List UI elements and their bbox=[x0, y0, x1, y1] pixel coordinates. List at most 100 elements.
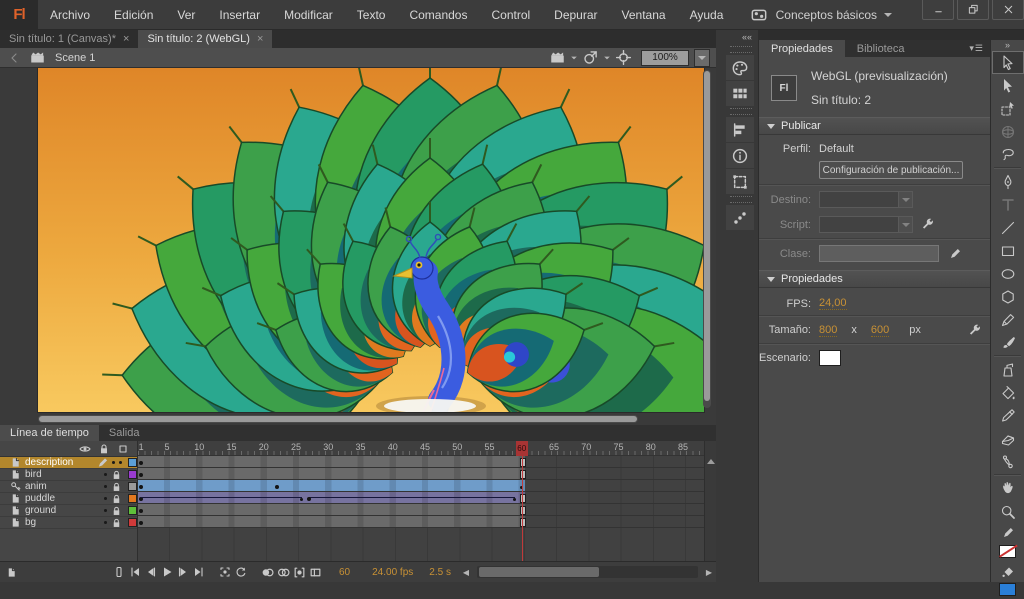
eraser-tool[interactable] bbox=[992, 427, 1024, 450]
rectangle-tool[interactable] bbox=[992, 239, 1024, 262]
minimize-button[interactable] bbox=[922, 0, 954, 20]
edit-class-pencil-icon[interactable] bbox=[947, 246, 963, 262]
tab-propiedades[interactable]: Propiedades bbox=[759, 40, 845, 57]
zoom-dropdown-button[interactable] bbox=[694, 48, 710, 67]
stage-width-value[interactable]: 800 bbox=[819, 324, 838, 337]
timeline-frames[interactable]: 1 5 10 15 20 25 30 35 40 45 50 55 65 70 75 80 85 60 bbox=[138, 441, 704, 561]
paint-bucket-tool[interactable] bbox=[992, 381, 1024, 404]
layer-visible-dot[interactable] bbox=[104, 497, 107, 500]
edit-symbols-button[interactable] bbox=[583, 50, 598, 65]
tab-close-icon[interactable]: × bbox=[123, 33, 129, 45]
lock-all-icon[interactable] bbox=[98, 443, 110, 455]
swatches-panel-icon[interactable] bbox=[726, 81, 754, 106]
new-layer-icon[interactable] bbox=[3, 564, 19, 580]
ink-bottle-tool[interactable] bbox=[992, 358, 1024, 381]
outlines-all-icon[interactable] bbox=[117, 443, 129, 455]
menu-modificar[interactable]: Modificar bbox=[272, 0, 345, 30]
layer-visible-dot[interactable] bbox=[104, 509, 107, 512]
panel-menu-icon[interactable]: ▾☰ bbox=[969, 43, 990, 54]
info-panel-icon[interactable] bbox=[726, 143, 754, 168]
wrench-icon[interactable] bbox=[919, 217, 935, 233]
timeline-ruler[interactable]: 1 5 10 15 20 25 30 35 40 45 50 55 65 70 75 80 85 bbox=[138, 441, 704, 456]
size-wrench-icon[interactable] bbox=[966, 322, 982, 338]
layer-bird[interactable]: bird bbox=[0, 469, 137, 481]
zoom-level-input[interactable]: 100% bbox=[641, 49, 689, 66]
publish-settings-button[interactable]: Configuración de publicación... bbox=[819, 161, 963, 179]
edit-scene-arrow-icon[interactable] bbox=[571, 56, 577, 59]
layer-lock-icon[interactable] bbox=[111, 469, 122, 480]
stage-color-swatch[interactable] bbox=[819, 350, 841, 366]
layer-visible-dot[interactable] bbox=[104, 521, 107, 524]
frames-row-ground[interactable] bbox=[138, 504, 704, 516]
center-frame-button[interactable] bbox=[616, 50, 631, 65]
pencil-tool[interactable] bbox=[992, 308, 1024, 331]
align-panel-icon[interactable] bbox=[726, 117, 754, 142]
layer-lock-icon[interactable] bbox=[111, 481, 122, 492]
layer-outline-color[interactable] bbox=[128, 518, 137, 527]
edit-scene-button[interactable] bbox=[550, 50, 565, 65]
step-back-button[interactable] bbox=[143, 564, 159, 580]
menu-texto[interactable]: Texto bbox=[345, 0, 398, 30]
frame-rate-value[interactable]: 24.00 fps bbox=[372, 567, 413, 578]
doc-tab-sin-titulo-2-webgl[interactable]: Sin título: 2 (WebGL) × bbox=[138, 30, 273, 48]
tab-linea-de-tiempo[interactable]: Línea de tiempo bbox=[0, 425, 99, 441]
stroke-color-control[interactable] bbox=[992, 523, 1024, 542]
layer-outline-color[interactable] bbox=[128, 494, 137, 503]
workspace-icon[interactable] bbox=[751, 7, 767, 23]
transform-panel-icon[interactable] bbox=[726, 169, 754, 194]
menu-depurar[interactable]: Depurar bbox=[542, 0, 609, 30]
tab-close-icon[interactable]: × bbox=[257, 33, 263, 45]
brush-tool[interactable] bbox=[992, 331, 1024, 354]
frames-row-anim[interactable] bbox=[138, 480, 704, 492]
layer-outline-color[interactable] bbox=[128, 470, 137, 479]
play-button[interactable] bbox=[159, 564, 175, 580]
layer-outline-color[interactable] bbox=[128, 458, 137, 467]
menu-edicion[interactable]: Edición bbox=[102, 0, 165, 30]
doc-tab-sin-titulo-1-canvas[interactable]: Sin título: 1 (Canvas)* × bbox=[0, 30, 138, 48]
onion-skin-button[interactable] bbox=[259, 564, 275, 580]
show-hide-all-eye-icon[interactable] bbox=[79, 443, 91, 455]
layer-visible-dot[interactable] bbox=[104, 473, 107, 476]
step-forward-button[interactable] bbox=[175, 564, 191, 580]
stage-canvas[interactable] bbox=[38, 68, 704, 412]
timeline-hscrollbar[interactable] bbox=[476, 566, 698, 578]
fill-color-control[interactable] bbox=[992, 561, 1024, 580]
layer-outline-color[interactable] bbox=[128, 506, 137, 515]
first-frame-button[interactable] bbox=[127, 564, 143, 580]
onion-skin-outlines-button[interactable] bbox=[275, 564, 291, 580]
close-button[interactable] bbox=[992, 0, 1024, 20]
loop-button[interactable] bbox=[233, 564, 249, 580]
stroke-color-swatch[interactable] bbox=[999, 544, 1018, 558]
layer-visible-dot[interactable] bbox=[112, 461, 115, 464]
oval-tool[interactable] bbox=[992, 262, 1024, 285]
menu-comandos[interactable]: Comandos bbox=[397, 0, 479, 30]
color-panel-icon[interactable] bbox=[726, 55, 754, 80]
edit-multiple-frames-button[interactable] bbox=[291, 564, 307, 580]
last-frame-button[interactable] bbox=[191, 564, 207, 580]
playhead-marker[interactable]: 60 bbox=[515, 441, 528, 456]
polystar-tool[interactable] bbox=[992, 285, 1024, 308]
menu-archivo[interactable]: Archivo bbox=[38, 0, 102, 30]
selection-tool[interactable] bbox=[991, 51, 1024, 74]
stage-height-value[interactable]: 600 bbox=[870, 324, 890, 337]
frames-row-description[interactable] bbox=[138, 456, 704, 468]
menu-ventana[interactable]: Ventana bbox=[610, 0, 678, 30]
modify-markers-button[interactable] bbox=[307, 564, 323, 580]
menu-ver[interactable]: Ver bbox=[165, 0, 207, 30]
layer-lock-icon[interactable] bbox=[111, 517, 122, 528]
frames-row-bird[interactable] bbox=[138, 468, 704, 480]
layer-lock-icon[interactable] bbox=[111, 505, 122, 516]
zoom-tool[interactable] bbox=[992, 500, 1024, 523]
layer-visible-dot[interactable] bbox=[104, 485, 107, 488]
lasso-tool[interactable] bbox=[992, 143, 1024, 166]
layer-description[interactable]: description bbox=[0, 457, 137, 469]
stage-hscrollbar[interactable] bbox=[38, 415, 638, 423]
frames-row-puddle[interactable] bbox=[138, 492, 704, 504]
restore-button[interactable] bbox=[957, 0, 989, 20]
layer-lock-icon[interactable] bbox=[111, 493, 122, 504]
layer-ground[interactable]: ground bbox=[0, 505, 137, 517]
pen-tool[interactable] bbox=[992, 170, 1024, 193]
menu-ayuda[interactable]: Ayuda bbox=[678, 0, 736, 30]
layer-unlocked-dot[interactable] bbox=[119, 461, 122, 464]
section-publicar[interactable]: Publicar bbox=[759, 117, 990, 135]
